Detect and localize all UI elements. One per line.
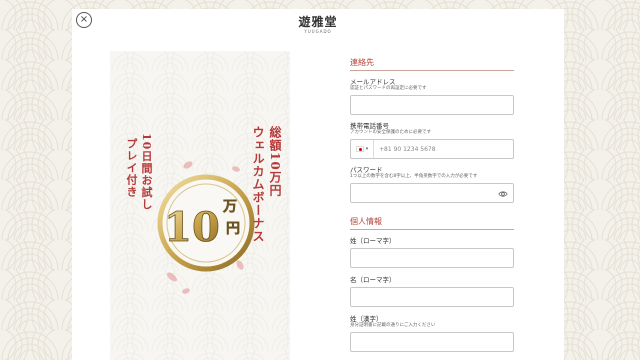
promo-line-4: プレイ付き — [125, 138, 138, 198]
badge-unit-bottom: 円 — [226, 221, 240, 237]
password-label: パスワード — [350, 166, 383, 174]
logo-subtitle: YUUGADO — [304, 29, 332, 34]
last-name-kanji-label: 姓（漢字） — [350, 315, 383, 323]
badge-unit-top: 万 — [222, 199, 237, 215]
first-name-roman-field[interactable] — [350, 287, 514, 307]
modal-header: 遊雅堂 YUUGADO — [72, 9, 564, 39]
contact-section-title: 連絡先 — [350, 57, 514, 71]
eye-icon[interactable] — [498, 189, 508, 199]
registration-modal: 遊雅堂 YUUGADO 10 万 円 総額10万円 ウェルカムボーナス 10日間… — [72, 9, 564, 360]
last-name-kanji-field[interactable] — [350, 332, 514, 352]
phone-hint: アカウントの安全保護のために必要です — [350, 130, 431, 135]
password-hint: 1つ以上の数字を含む8字以上、半角英数字での入力が必要です — [350, 174, 478, 179]
last-name-roman-label: 姓（ローマ字） — [350, 237, 396, 245]
last-name-roman-field[interactable] — [350, 248, 514, 268]
logo: 遊雅堂 — [298, 15, 338, 29]
registration-form: 連絡先 メールアドレス 認証とパスワードの再設定に必要です 携帯電話番号 アカウ… — [350, 57, 514, 352]
last-name-kanji-hint: 身分証明書に記載の通りにご入力ください — [350, 323, 436, 328]
promo-line-3: 10日間お試し — [140, 133, 153, 211]
email-hint: 認証とパスワードの再設定に必要です — [350, 86, 427, 91]
country-selector[interactable]: ▾ — [351, 140, 374, 158]
japan-flag-icon — [355, 146, 364, 152]
promo-line-1: 総額10万円 — [268, 126, 282, 197]
email-label: メールアドレス — [350, 78, 396, 86]
email-field[interactable] — [350, 95, 514, 115]
promo-line-2: ウェルカムボーナス — [251, 126, 265, 243]
phone-label: 携帯電話番号 — [350, 122, 389, 130]
promo-banner: 10 万 円 総額10万円 ウェルカムボーナス 10日間お試し プレイ付き — [110, 51, 290, 360]
phone-field[interactable]: ▾ +81 90 1234 5678 — [350, 139, 514, 159]
phone-placeholder: +81 90 1234 5678 — [379, 145, 436, 153]
personal-section-title: 個人情報 — [350, 216, 514, 230]
close-icon: × — [79, 14, 89, 25]
close-button[interactable]: × — [76, 12, 92, 28]
first-name-roman-label: 名（ローマ字） — [350, 276, 396, 284]
badge-number: 10 — [164, 204, 220, 251]
chevron-down-icon: ▾ — [365, 146, 369, 152]
password-field[interactable] — [350, 183, 514, 203]
